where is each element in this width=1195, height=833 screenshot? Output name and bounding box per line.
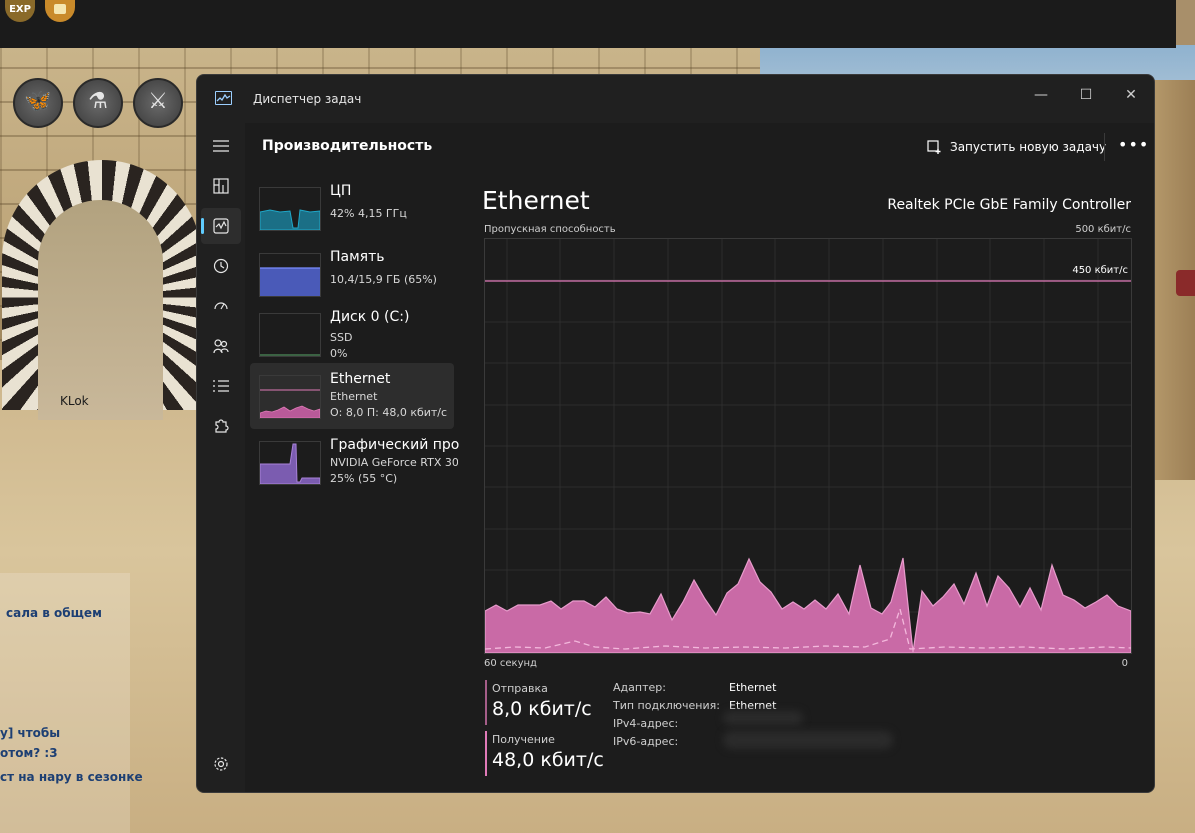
graph-label: Пропускная способность bbox=[484, 224, 616, 235]
chat-line: ст на нару в сезонке bbox=[0, 770, 143, 784]
ethernet-detail-panel: Ethernet Realtek PCIe GbE Family Control… bbox=[465, 170, 1154, 792]
redacted-ipv4 bbox=[723, 711, 803, 725]
gear-icon[interactable] bbox=[201, 746, 241, 782]
graph-max-label: 500 кбит/с bbox=[1075, 224, 1131, 235]
gpu-thumbnail-graph bbox=[259, 441, 321, 485]
x-axis-right-label: 0 bbox=[1121, 658, 1128, 669]
speedometer-icon[interactable] bbox=[201, 288, 241, 324]
device-item-ethernet[interactable]: Ethernet Ethernet О: 8,0 П: 48,0 кбит/с bbox=[250, 363, 454, 429]
receive-indicator bbox=[485, 731, 487, 776]
cake-icon[interactable] bbox=[45, 0, 75, 22]
page-title: Производительность bbox=[262, 138, 433, 154]
player-name: KLok bbox=[60, 394, 89, 408]
butterfly-icon[interactable]: 🦋 bbox=[13, 78, 63, 128]
puzzle-icon[interactable] bbox=[201, 408, 241, 444]
device-name: Ethernet bbox=[330, 371, 391, 387]
close-button[interactable]: ✕ bbox=[1113, 81, 1149, 109]
info-key-ipv6: IPv6-адрес: bbox=[613, 735, 679, 748]
adapter-model: Realtek PCIe GbE Family Controller bbox=[887, 197, 1131, 213]
task-manager-window: Диспетчер задач — ☐ ✕ Производительность… bbox=[196, 74, 1155, 793]
header-separator bbox=[1104, 133, 1105, 161]
hamburger-icon[interactable] bbox=[201, 128, 241, 164]
chat-line: отом? :3 bbox=[0, 746, 58, 760]
arch-opening bbox=[38, 200, 163, 420]
memory-thumbnail-graph bbox=[259, 253, 321, 297]
navigation-rail bbox=[197, 115, 245, 792]
device-value: 25% (55 °C) bbox=[330, 472, 398, 485]
chat-line: у] чтобы bbox=[0, 726, 61, 740]
task-manager-app-icon bbox=[215, 91, 232, 105]
run-new-task-label: Запустить новую задачу bbox=[950, 140, 1107, 154]
device-name: Память bbox=[330, 249, 385, 265]
device-subtitle: SSD bbox=[330, 331, 353, 344]
device-name: Графический про bbox=[330, 437, 460, 453]
users-icon[interactable] bbox=[201, 328, 241, 364]
history-icon[interactable] bbox=[201, 248, 241, 284]
device-value: 0% bbox=[330, 347, 348, 360]
device-item-disk[interactable]: Диск 0 (C:) SSD 0% bbox=[250, 301, 454, 367]
run-new-task-button[interactable]: Запустить новую задачу bbox=[927, 135, 1106, 159]
crossed-swords-icon[interactable]: ⚔ bbox=[133, 78, 183, 128]
page-header: Производительность Запустить новую задач… bbox=[245, 123, 1154, 171]
chat-line: сала в общем bbox=[6, 606, 102, 620]
device-value: О: 8,0 П: 48,0 кбит/с bbox=[330, 406, 448, 419]
list-icon[interactable] bbox=[201, 368, 241, 404]
receive-area bbox=[484, 557, 1132, 654]
device-item-cpu[interactable]: ЦП 42% 4,15 ГГц bbox=[250, 175, 454, 241]
window-title: Диспетчер задач bbox=[253, 92, 362, 106]
device-item-memory[interactable]: Память 10,4/15,9 ГБ (65%) bbox=[250, 241, 454, 307]
game-top-bar: EXP bbox=[0, 0, 1176, 48]
throughput-graph-svg bbox=[484, 239, 1132, 654]
info-value-adapter: Ethernet bbox=[729, 681, 777, 694]
redacted-ipv6 bbox=[723, 731, 893, 749]
device-subtitle: 42% 4,15 ГГц bbox=[330, 207, 407, 220]
send-label: Отправка bbox=[492, 682, 548, 695]
exp-icon[interactable]: EXP bbox=[5, 0, 35, 22]
reference-line-label: 450 кбит/с bbox=[1072, 265, 1128, 276]
more-options-button[interactable]: ••• bbox=[1118, 135, 1148, 159]
disk-thumbnail-graph bbox=[259, 313, 321, 357]
performance-icon[interactable] bbox=[201, 208, 241, 244]
x-axis-left-label: 60 секунд bbox=[484, 658, 537, 669]
device-name: ЦП bbox=[330, 183, 352, 199]
device-subtitle: 10,4/15,9 ГБ (65%) bbox=[330, 273, 437, 286]
minimize-button[interactable]: — bbox=[1023, 81, 1059, 109]
processes-icon[interactable] bbox=[201, 168, 241, 204]
panel-title: Ethernet bbox=[482, 186, 590, 215]
game-chat: сала в общем у] чтобы отом? :3 ст на нар… bbox=[0, 573, 143, 833]
throughput-graph: 450 кбит/с bbox=[484, 238, 1132, 654]
info-key-adapter: Адаптер: bbox=[613, 681, 666, 694]
potion-icon[interactable]: ⚗ bbox=[73, 78, 123, 128]
cpu-thumbnail-graph bbox=[259, 187, 321, 231]
ethernet-thumbnail-graph bbox=[259, 375, 321, 419]
device-subtitle: Ethernet bbox=[330, 390, 378, 403]
new-task-icon bbox=[927, 139, 941, 154]
send-value: 8,0 кбит/с bbox=[492, 698, 592, 720]
device-subtitle: NVIDIA GeForce RTX 306 bbox=[330, 456, 458, 469]
device-name: Диск 0 (C:) bbox=[330, 309, 410, 325]
title-bar[interactable]: Диспетчер задач — ☐ ✕ bbox=[197, 75, 1154, 115]
device-list: ЦП 42% 4,15 ГГц Память 10,4/15,9 ГБ (65%… bbox=[245, 170, 465, 792]
receive-value: 48,0 кбит/с bbox=[492, 749, 604, 771]
info-key-connection-type: Тип подключения: bbox=[613, 699, 720, 712]
info-key-ipv4: IPv4-адрес: bbox=[613, 717, 679, 730]
receive-label: Получение bbox=[492, 733, 555, 746]
maximize-button[interactable]: ☐ bbox=[1068, 81, 1104, 109]
device-item-gpu[interactable]: Графический про NVIDIA GeForce RTX 306 2… bbox=[250, 429, 459, 495]
red-badge bbox=[1176, 270, 1195, 296]
send-indicator bbox=[485, 680, 487, 725]
